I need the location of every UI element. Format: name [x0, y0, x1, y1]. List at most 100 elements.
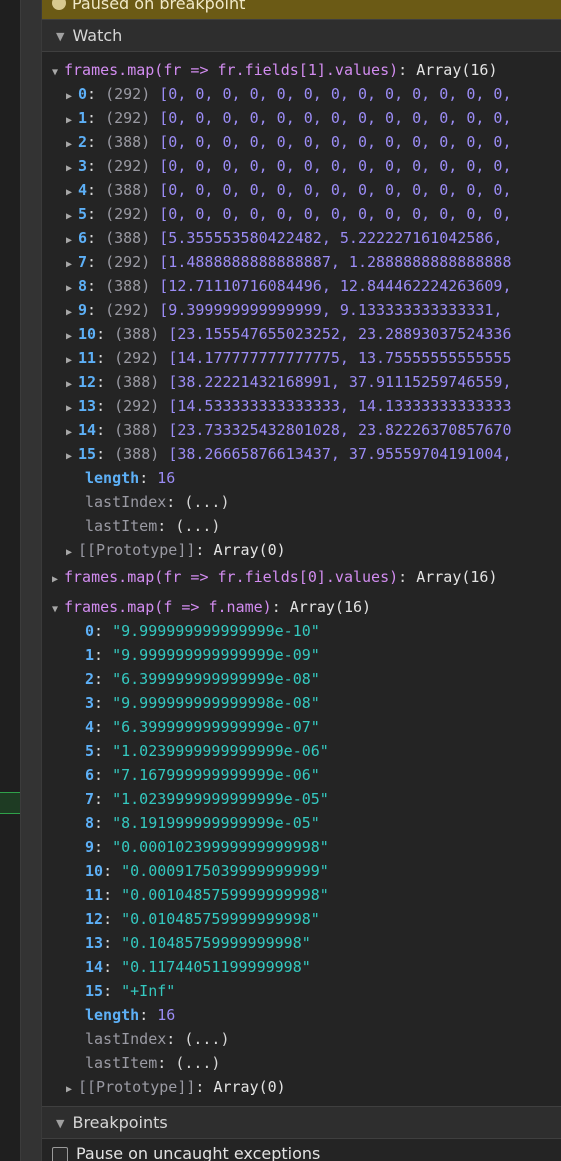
watch-expression-row[interactable]: ▼ frames.map(f => f.name): Array(16)	[52, 595, 371, 619]
punctuation: :	[157, 517, 176, 535]
last-index-row[interactable]: lastIndex: (...)	[85, 1027, 230, 1051]
item-key: 7	[78, 253, 88, 271]
item-key: 13	[85, 934, 104, 952]
punctuation: :	[94, 646, 113, 664]
item-count: (292)	[114, 397, 160, 415]
item-key: 5	[78, 205, 88, 223]
watch-expression-row[interactable]: ▼ frames.map(fr => fr.fields[1].values): …	[52, 58, 497, 82]
item-key: 8	[78, 277, 88, 295]
item-key: 9	[78, 301, 88, 319]
tree-item[interactable]: ▶ 6: (388) [5.355553580422482, 5.22222716…	[66, 226, 502, 250]
lazy-value: (...)	[184, 493, 230, 511]
tree-item: 5: "1.0239999999999999e-06"	[85, 739, 329, 763]
pause-uncaught-option[interactable]: Pause on uncaught exceptions	[52, 1142, 320, 1161]
item-key: 3	[78, 157, 88, 175]
item-count: (388)	[105, 229, 151, 247]
tree-item[interactable]: ▶ 7: (292) [1.4888888888888887, 1.2888888…	[66, 250, 511, 274]
punctuation: :	[87, 181, 106, 199]
tree-item[interactable]: ▶ 0: (292) [0, 0, 0, 0, 0, 0, 0, 0, 0, 0,…	[66, 82, 511, 106]
tree-item[interactable]: ▶ 15: (388) [38.26665876613437, 37.955597…	[66, 442, 511, 466]
tree-item[interactable]: ▶ 4: (388) [0, 0, 0, 0, 0, 0, 0, 0, 0, 0,…	[66, 178, 511, 202]
tree-item: 6: "7.167999999999999e-06"	[85, 763, 320, 787]
item-preview: [14.533333333333333, 14.13333333333333	[168, 397, 512, 415]
punctuation	[159, 397, 168, 415]
item-value: "0.10485759999999998"	[121, 934, 311, 952]
tree-item: 9: "0.00010239999999999998"	[85, 835, 329, 859]
punctuation: :	[96, 421, 115, 439]
pause-uncaught-label: Pause on uncaught exceptions	[76, 1144, 321, 1161]
expand-down-icon[interactable]: ▼	[52, 61, 64, 85]
punctuation: :	[103, 910, 122, 928]
item-count: (388)	[114, 445, 160, 463]
expand-down-icon[interactable]: ▼	[52, 598, 64, 622]
punctuation: :	[94, 838, 113, 856]
tree-item[interactable]: ▶ 2: (388) [0, 0, 0, 0, 0, 0, 0, 0, 0, 0,…	[66, 130, 511, 154]
punctuation: :	[94, 670, 113, 688]
tree-item[interactable]: ▶ 1: (292) [0, 0, 0, 0, 0, 0, 0, 0, 0, 0,…	[66, 106, 511, 130]
punctuation	[159, 349, 168, 367]
punctuation: :	[96, 445, 115, 463]
item-preview: [0, 0, 0, 0, 0, 0, 0, 0, 0, 0, 0, 0, 0,	[159, 109, 512, 127]
item-count: (388)	[105, 133, 151, 151]
last-item-row[interactable]: lastItem: (...)	[85, 514, 220, 538]
tree-item[interactable]: ▶ 12: (388) [38.22221432168991, 37.911152…	[66, 370, 511, 394]
tree-item: 0: "9.999999999999999e-10"	[85, 619, 320, 643]
watch-expression: frames.map(f => f.name)	[64, 598, 272, 616]
prototype-row[interactable]: ▶ [[Prototype]]: Array(0)	[66, 1075, 286, 1099]
punctuation	[150, 301, 159, 319]
breakpoints-header-label: Breakpoints	[72, 1113, 168, 1132]
expand-right-icon[interactable]: ▶	[66, 541, 78, 565]
item-count: (292)	[105, 109, 151, 127]
expand-right-icon[interactable]: ▶	[66, 445, 78, 469]
item-count: (388)	[114, 373, 160, 391]
expand-right-icon[interactable]: ▶	[52, 568, 64, 592]
tree-item[interactable]: ▶ 8: (388) [12.71110716084496, 12.8444622…	[66, 274, 511, 298]
punctuation	[150, 157, 159, 175]
punctuation: :	[139, 1006, 158, 1024]
panel-splitter[interactable]	[20, 0, 42, 1161]
prototype-value: Array(0)	[213, 541, 286, 559]
watch-expression-row[interactable]: ▶ frames.map(fr => fr.fields[0].values): …	[52, 565, 497, 589]
item-key: 15	[78, 445, 97, 463]
watch-section-header[interactable]: ▼ Watch	[42, 19, 561, 52]
last-item-row[interactable]: lastItem: (...)	[85, 1051, 220, 1075]
punctuation: :	[103, 982, 122, 1000]
info-icon	[52, 0, 66, 10]
punctuation: :	[271, 598, 290, 616]
prototype-row[interactable]: ▶ [[Prototype]]: Array(0)	[66, 538, 286, 562]
item-key: 11	[78, 349, 97, 367]
tree-item[interactable]: ▶ 11: (292) [14.177777777777775, 13.75555…	[66, 346, 511, 370]
tree-item[interactable]: ▶ 3: (292) [0, 0, 0, 0, 0, 0, 0, 0, 0, 0,…	[66, 154, 511, 178]
pause-uncaught-checkbox[interactable]	[52, 1146, 68, 1161]
item-preview: [5.355553580422482, 5.222227161042586,	[159, 229, 503, 247]
breakpoints-section-header[interactable]: ▼ Breakpoints	[42, 1106, 561, 1139]
item-value: "1.0239999999999999e-06"	[112, 742, 329, 760]
punctuation: :	[94, 694, 113, 712]
item-count: (388)	[114, 325, 160, 343]
item-value: "9.999999999999999e-09"	[112, 646, 320, 664]
item-key: 13	[78, 397, 97, 415]
punctuation: :	[87, 229, 106, 247]
punctuation: :	[94, 814, 113, 832]
tree-item[interactable]: ▶ 13: (292) [14.533333333333333, 14.13333…	[66, 394, 511, 418]
item-preview: [1.4888888888888887, 1.2888888888888888	[159, 253, 512, 271]
tree-item[interactable]: ▶ 9: (292) [9.399999999999999, 9.13333333…	[66, 298, 502, 322]
item-key: 2	[85, 670, 95, 688]
length-row: length: 16	[85, 466, 175, 490]
punctuation: :	[139, 469, 158, 487]
last-index-label: lastIndex	[85, 493, 167, 511]
tree-item[interactable]: ▶ 10: (388) [23.155547655023252, 23.28893…	[66, 322, 511, 346]
length-label: length	[85, 1006, 140, 1024]
punctuation	[150, 85, 159, 103]
item-preview: [0, 0, 0, 0, 0, 0, 0, 0, 0, 0, 0, 0, 0,	[159, 157, 512, 175]
last-index-row[interactable]: lastIndex: (...)	[85, 490, 230, 514]
punctuation: :	[94, 766, 113, 784]
tree-item[interactable]: ▶ 14: (388) [23.733325432801028, 23.82226…	[66, 418, 511, 442]
expand-right-icon[interactable]: ▶	[66, 1078, 78, 1102]
lazy-value: (...)	[175, 517, 221, 535]
item-value: "6.399999999999999e-08"	[112, 670, 320, 688]
item-value: "0.010485759999999998"	[121, 910, 320, 928]
punctuation	[150, 133, 159, 151]
tree-item[interactable]: ▶ 5: (292) [0, 0, 0, 0, 0, 0, 0, 0, 0, 0,…	[66, 202, 511, 226]
punctuation: :	[103, 862, 122, 880]
